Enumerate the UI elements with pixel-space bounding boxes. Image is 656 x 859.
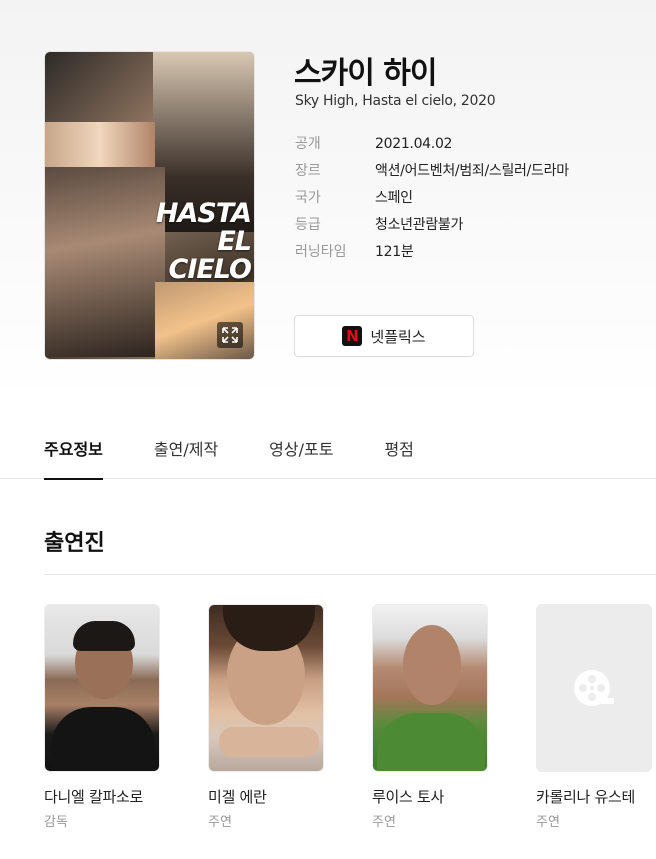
cast-photo[interactable] [44,604,160,772]
tab-reviews[interactable]: 평점 [384,436,413,480]
cast-photo-placeholder[interactable] [536,604,652,772]
expand-icon [222,327,238,343]
cast-name[interactable]: 카롤리나 유스테 [536,786,652,807]
cast-role: 감독 [44,815,68,830]
poster-art-block [45,52,155,122]
meta-label: 러닝타임 [295,244,347,260]
cast-name[interactable]: 미겔 에란 [208,786,324,807]
person-head [403,625,461,705]
cast-card[interactable]: 루이스 토사 주연 [372,604,488,830]
meta-label: 국가 [295,190,321,206]
poster-title-text: HASTA EL CIELO [155,198,252,285]
tab-cast-crew[interactable]: 출연/제작 [154,436,218,480]
meta-value: 2021.04.02 [375,136,453,152]
section-divider [44,574,656,575]
cast-role: 주연 [208,815,232,830]
cast-card[interactable]: 미겔 에란 주연 [208,604,324,830]
cast-section-title: 출연진 [44,531,105,556]
meta-row-release: 공개 2021.04.02 [295,133,569,160]
netflix-logo-icon: N [342,326,363,346]
netflix-watch-button[interactable]: N 넷플릭스 [294,315,474,357]
cast-card[interactable]: 카롤리나 유스테 주연 [536,604,652,830]
meta-value: 121분 [375,244,414,260]
cast-photo[interactable] [372,604,488,772]
cast-card[interactable]: 다니엘 칼파소로 감독 [44,604,160,830]
movie-meta-list: 공개 2021.04.02 장르 액션/어드벤처/범죄/스릴러/드라마 국가 스… [295,133,569,268]
meta-label: 공개 [295,136,321,152]
cast-name[interactable]: 루이스 토사 [372,786,488,807]
person-shirt [51,707,155,771]
meta-row-country: 국가 스페인 [295,187,569,214]
tab-video-photo[interactable]: 영상/포토 [269,436,333,480]
cast-name[interactable]: 다니엘 칼파소로 [44,786,160,807]
expand-poster-button[interactable] [217,322,243,348]
movie-subtitle: Sky High, Hasta el cielo, 2020 [295,93,496,109]
meta-row-rating: 등급 청소년관람불가 [295,214,569,241]
person-shirt [377,713,485,771]
meta-value: 액션/어드벤처/범죄/스릴러/드라마 [375,163,569,179]
tab-main-info[interactable]: 주요정보 [44,436,103,480]
cast-role: 주연 [372,815,396,830]
meta-label: 등급 [295,217,321,233]
meta-row-runtime: 러닝타임 121분 [295,241,569,268]
poster-art-block [45,122,155,167]
person-arms [219,727,319,757]
meta-value: 청소년관람불가 [375,217,464,233]
netflix-button-label: 넷플릭스 [370,327,426,346]
cast-role: 주연 [536,815,560,830]
detail-tabs: 주요정보 출연/제작 영상/포토 평점 [44,436,465,480]
meta-label: 장르 [295,163,321,179]
person-hair [73,621,135,651]
cast-photo[interactable] [208,604,324,772]
meta-value: 스페인 [375,190,413,206]
movie-poster[interactable]: HASTA EL CIELO [44,51,255,360]
film-reel-icon [574,670,614,706]
meta-row-genre: 장르 액션/어드벤처/범죄/스릴러/드라마 [295,160,569,187]
movie-title: 스카이 하이 [294,56,437,91]
cast-list: 다니엘 칼파소로 감독 미겔 에란 주연 루이스 토사 주연 카롤리나 유스테 … [44,604,656,830]
